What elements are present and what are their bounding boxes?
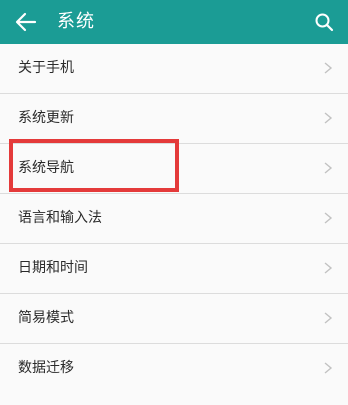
chevron-right-icon (324, 312, 333, 324)
chevron-right-icon (324, 212, 333, 224)
arrow-left-icon (15, 12, 37, 32)
menu-item-date-time[interactable]: 日期和时间 (0, 244, 348, 294)
back-button[interactable] (14, 10, 38, 34)
app-bar: 系统 (0, 0, 348, 44)
menu-item-label: 系统更新 (18, 110, 74, 126)
search-button[interactable] (312, 10, 336, 34)
menu-item-label: 关于手机 (18, 60, 74, 76)
chevron-right-icon (324, 362, 333, 374)
menu-item-label: 简易模式 (18, 310, 74, 326)
chevron-right-icon (324, 112, 333, 124)
menu-item-about-phone[interactable]: 关于手机 (0, 44, 348, 94)
menu-item-label: 数据迁移 (18, 360, 74, 376)
menu-item-system-update[interactable]: 系统更新 (0, 94, 348, 144)
chevron-right-icon (324, 262, 333, 274)
chevron-right-icon (324, 62, 333, 74)
menu-item-data-migration[interactable]: 数据迁移 (0, 344, 348, 393)
chevron-right-icon (324, 162, 333, 174)
page-title: 系统 (57, 11, 95, 32)
menu-item-system-navigation[interactable]: 系统导航 (0, 144, 348, 194)
menu-item-label: 系统导航 (18, 160, 74, 176)
menu-item-simple-mode[interactable]: 简易模式 (0, 294, 348, 344)
search-icon (315, 13, 334, 32)
menu-item-language-input[interactable]: 语言和输入法 (0, 194, 348, 244)
menu-item-label: 日期和时间 (18, 260, 88, 276)
menu-item-label: 语言和输入法 (18, 210, 102, 226)
settings-list: 关于手机 系统更新 系统导航 语言和输入法 日期和时间 简易模式 数据迁移 (0, 44, 348, 405)
